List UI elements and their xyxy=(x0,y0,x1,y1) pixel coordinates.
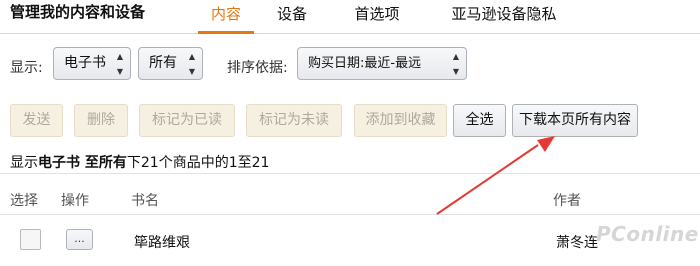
tab-preferences[interactable]: 首选项 xyxy=(353,3,401,34)
scope-select[interactable]: 所有 ▲ ▼ xyxy=(138,47,203,80)
arrow-head xyxy=(537,136,555,152)
status-type: 电子书 xyxy=(38,155,80,171)
column-select: 选择 xyxy=(10,193,38,209)
mark-unread-button[interactable]: 标记为未读 xyxy=(246,104,342,137)
results-status: 显示电子书 至所有下21个商品中的1至21 xyxy=(10,152,269,172)
select-arrows-icon: ▲ ▼ xyxy=(188,51,195,76)
tab-devices[interactable]: 设备 xyxy=(276,3,308,34)
watermark-logo: PConline xyxy=(596,222,699,246)
show-label: 显示: xyxy=(10,60,43,76)
tab-device-privacy[interactable]: 亚马逊设备隐私 xyxy=(448,3,560,34)
select-all-button[interactable]: 全选 xyxy=(453,104,506,137)
column-action: 操作 xyxy=(61,193,89,209)
page: 管理我的内容和设备 内容 设备 首选项 亚马逊设备隐私 显示: 电子书 ▲ ▼ 所… xyxy=(0,0,700,266)
page-title: 管理我的内容和设备 xyxy=(10,3,146,21)
scope-value: 所有 xyxy=(149,55,177,71)
divider xyxy=(0,214,700,215)
column-author[interactable]: 作者 xyxy=(553,190,581,210)
content-type-value: 电子书 xyxy=(64,55,106,71)
row-actions-button[interactable]: ... xyxy=(66,229,93,250)
book-author: 萧冬连 xyxy=(556,235,598,251)
select-arrows-icon: ▲ ▼ xyxy=(452,51,459,76)
mark-read-button[interactable]: 标记为已读 xyxy=(139,104,235,137)
header-bar: 管理我的内容和设备 内容 设备 首选项 亚马逊设备隐私 xyxy=(0,0,700,34)
sort-label: 排序依据: xyxy=(227,60,288,76)
status-prefix: 显示 xyxy=(10,155,38,171)
sort-value: 购买日期:最近-最远 xyxy=(308,56,422,71)
add-to-collection-button[interactable]: 添加到收藏 xyxy=(354,104,447,137)
divider xyxy=(0,173,700,174)
row-checkbox[interactable] xyxy=(20,229,41,250)
column-title[interactable]: 书名 xyxy=(131,190,159,210)
sort-select[interactable]: 购买日期:最近-最远 ▲ ▼ xyxy=(297,47,467,80)
arrow-shaft xyxy=(436,144,539,215)
select-arrows-icon: ▲ ▼ xyxy=(116,51,123,76)
delete-button[interactable]: 删除 xyxy=(74,104,128,137)
download-page-button[interactable]: 下载本页所有内容 xyxy=(512,104,638,137)
tab-content[interactable]: 内容 xyxy=(198,3,254,34)
content-type-select[interactable]: 电子书 ▲ ▼ xyxy=(53,47,131,80)
send-button[interactable]: 发送 xyxy=(10,104,63,137)
book-title[interactable]: 筚路维艰 xyxy=(134,232,190,252)
status-scope: 至所有 xyxy=(80,155,127,171)
status-count: 下21个商品中的1至21 xyxy=(126,155,270,171)
